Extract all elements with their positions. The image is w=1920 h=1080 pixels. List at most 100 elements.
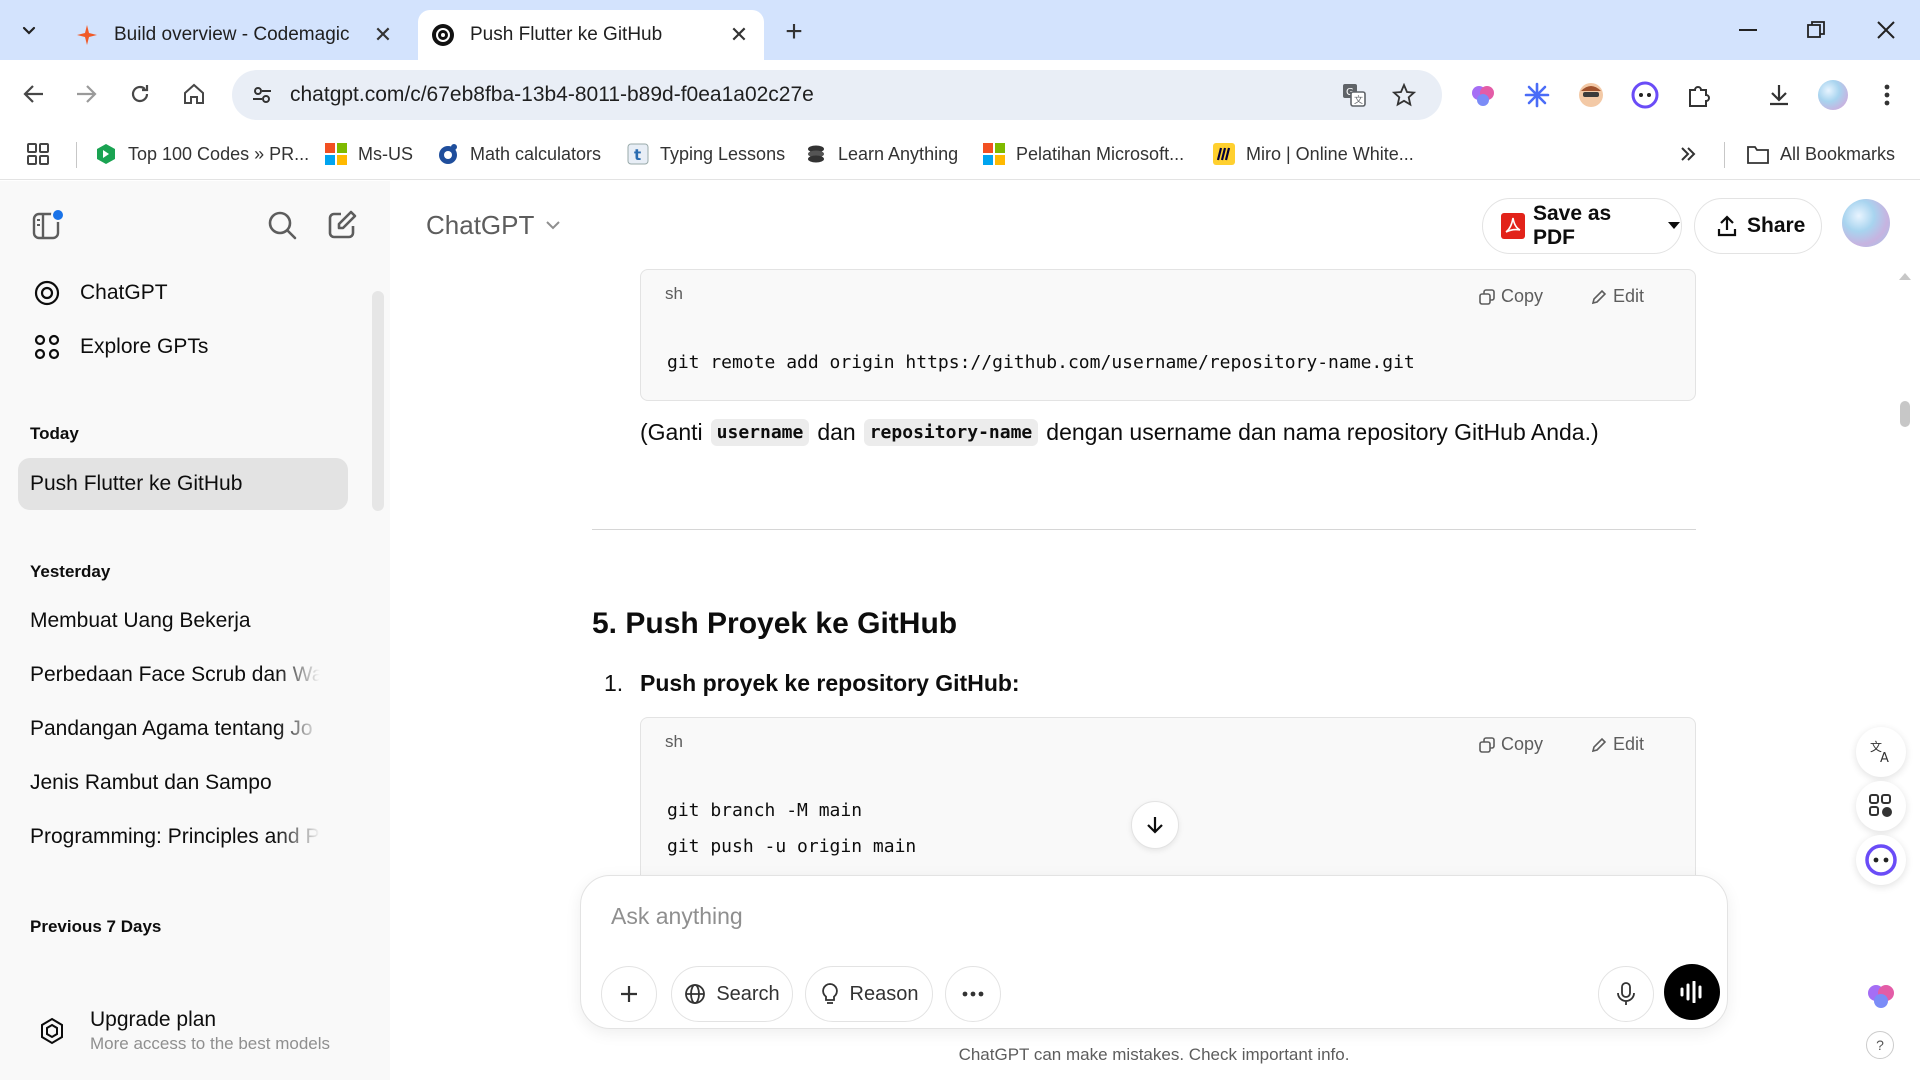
toggle-sidebar-button[interactable] <box>26 203 70 247</box>
message-input[interactable] <box>611 896 1411 936</box>
download-icon[interactable] <box>1762 78 1796 112</box>
extensions-puzzle-icon[interactable] <box>1682 78 1716 112</box>
browser-tab-codemagic[interactable]: Build overview - Codemagic ✕ <box>62 10 408 60</box>
translate-float-icon[interactable]: 文A <box>1856 727 1906 777</box>
sparkle-extension-icon[interactable] <box>1520 78 1554 112</box>
chat-title: Push Flutter ke GitHub <box>30 472 243 495</box>
reason-toggle-button[interactable]: Reason <box>805 966 933 1022</box>
tab-title: Build overview - Codemagic <box>114 24 350 45</box>
reason-label: Reason <box>849 982 919 1005</box>
bookmark-typing-lessons[interactable]: t Typing Lessons <box>626 138 785 170</box>
more-bookmarks-chevron-icon[interactable] <box>1678 138 1698 170</box>
copy-code-button[interactable]: Copy <box>1479 734 1543 755</box>
scroll-to-bottom-button[interactable] <box>1131 801 1179 849</box>
back-button[interactable] <box>14 74 54 114</box>
t-icon: t <box>626 142 650 166</box>
chat-item[interactable]: Perbedaan Face Scrub dan Wa <box>18 649 348 701</box>
apps-float-icon[interactable] <box>1856 781 1906 831</box>
ellipsis-icon <box>962 991 984 997</box>
caret-down-icon[interactable] <box>1667 221 1681 231</box>
monica-float-icon[interactable] <box>1856 835 1906 885</box>
apps-grid-icon[interactable] <box>26 138 50 170</box>
more-tools-button[interactable] <box>945 966 1001 1022</box>
globe-icon <box>684 983 706 1005</box>
url-text[interactable]: chatgpt.com/c/67eb8fba-13b4-8011-b89d-f0… <box>290 83 814 107</box>
openai-icon <box>32 278 62 308</box>
search-chats-button[interactable] <box>260 203 304 247</box>
voice-mode-button[interactable] <box>1664 964 1720 1020</box>
codemagic-icon <box>74 22 100 48</box>
pdf-icon <box>1501 213 1525 239</box>
all-bookmarks-button[interactable]: All Bookmarks <box>1746 138 1895 170</box>
bookmark-learn-anything[interactable]: Learn Anything <box>804 138 958 170</box>
edit-code-button[interactable]: Edit <box>1591 286 1644 307</box>
chat-item-active[interactable]: Push Flutter ke GitHub <box>18 458 348 510</box>
sidebar-scrollbar[interactable] <box>372 291 384 511</box>
chat-item[interactable]: Programming: Principles and P <box>18 811 348 863</box>
home-button[interactable] <box>174 74 214 114</box>
translate-icon[interactable]: G文 <box>1338 79 1370 111</box>
help-icon[interactable]: ? <box>1866 1031 1894 1059</box>
brain-extension-icon[interactable] <box>1466 78 1500 112</box>
stack-icon <box>804 142 828 166</box>
site-info-icon[interactable] <box>244 77 280 113</box>
avatar-extension-icon[interactable] <box>1574 78 1608 112</box>
bookmark-ms-us[interactable]: Ms-US <box>324 138 413 170</box>
new-chat-button[interactable] <box>320 203 364 247</box>
model-selector[interactable]: ChatGPT <box>426 203 562 247</box>
bookmark-label: Math calculators <box>470 143 602 164</box>
note-paragraph: (Ganti username dan repository-name deng… <box>640 419 1599 446</box>
copy-code-button[interactable]: Copy <box>1479 286 1543 307</box>
new-tab-button[interactable]: + <box>776 14 812 50</box>
disclaimer-text: ChatGPT can make mistakes. Check importa… <box>958 1045 1350 1064</box>
chat-item[interactable]: Jenis Rambut dan Sampo <box>18 757 348 809</box>
bookmark-top100[interactable]: Top 100 Codes » PR... <box>94 138 309 170</box>
sidebar-item-explore-gpts[interactable]: Explore GPTs <box>18 321 348 373</box>
bookmark-star-icon[interactable] <box>1388 79 1420 111</box>
chat-item[interactable]: Membuat Uang Bekerja <box>18 595 348 647</box>
bookmark-pelatihan-microsoft[interactable]: Pelatihan Microsoft... <box>982 138 1184 170</box>
brain-float-icon[interactable] <box>1856 971 1906 1021</box>
close-tab-icon[interactable]: ✕ <box>724 20 754 50</box>
browser-tab-chatgpt[interactable]: Push Flutter ke GitHub ✕ <box>418 10 764 60</box>
search-toggle-button[interactable]: Search <box>671 966 793 1022</box>
share-label: Share <box>1747 214 1806 237</box>
reload-button[interactable] <box>120 74 160 114</box>
user-avatar[interactable] <box>1842 199 1890 247</box>
svg-text:A: A <box>1880 751 1889 765</box>
upgrade-title: Upgrade plan <box>90 1008 217 1031</box>
bookmark-math-calculators[interactable]: Math calculators <box>436 138 601 170</box>
bookmark-separator <box>76 142 77 168</box>
dictate-button[interactable] <box>1598 966 1654 1022</box>
close-window-button[interactable] <box>1856 8 1916 52</box>
tab-search-button[interactable] <box>8 10 50 50</box>
list-item-bold: Push proyek ke repository GitHub: <box>640 670 1020 696</box>
miro-icon <box>1212 142 1236 166</box>
address-bar[interactable]: chatgpt.com/c/67eb8fba-13b4-8011-b89d-f0… <box>232 70 1442 120</box>
minimize-button[interactable] <box>1718 8 1778 52</box>
browser-menu-icon[interactable] <box>1870 78 1904 112</box>
attach-button[interactable] <box>601 966 657 1022</box>
home-icon <box>184 83 204 104</box>
forward-button[interactable] <box>66 74 106 114</box>
bookmark-label: Learn Anything <box>838 143 959 164</box>
code-block: sh Copy Edit git remote add origin https… <box>640 269 1696 401</box>
bookmark-label: Typing Lessons <box>660 143 786 164</box>
profile-avatar-icon[interactable] <box>1816 78 1850 112</box>
scroll-up-arrow-icon[interactable] <box>1898 271 1912 281</box>
monica-extension-icon[interactable] <box>1628 78 1662 112</box>
edit-code-button[interactable]: Edit <box>1591 734 1644 755</box>
page-scrollbar[interactable] <box>1900 401 1910 427</box>
note-text: dan <box>817 419 856 445</box>
chat-item[interactable]: Pandangan Agama tentang Jo <box>18 703 348 755</box>
sidebar-item-chatgpt[interactable]: ChatGPT <box>18 267 348 319</box>
close-tab-icon[interactable]: ✕ <box>368 20 398 50</box>
save-as-pdf-button[interactable]: Save as PDF <box>1482 198 1682 254</box>
upgrade-plan-button[interactable]: Upgrade plan More access to the best mod… <box>18 999 358 1063</box>
bookmark-miro[interactable]: Miro | Online White... <box>1212 138 1414 170</box>
share-button[interactable]: Share <box>1694 198 1822 254</box>
model-name: ChatGPT <box>426 209 535 240</box>
save-as-pdf-label: Save as PDF <box>1533 202 1612 249</box>
restore-button[interactable] <box>1786 8 1846 52</box>
microphone-icon <box>1617 982 1635 1005</box>
